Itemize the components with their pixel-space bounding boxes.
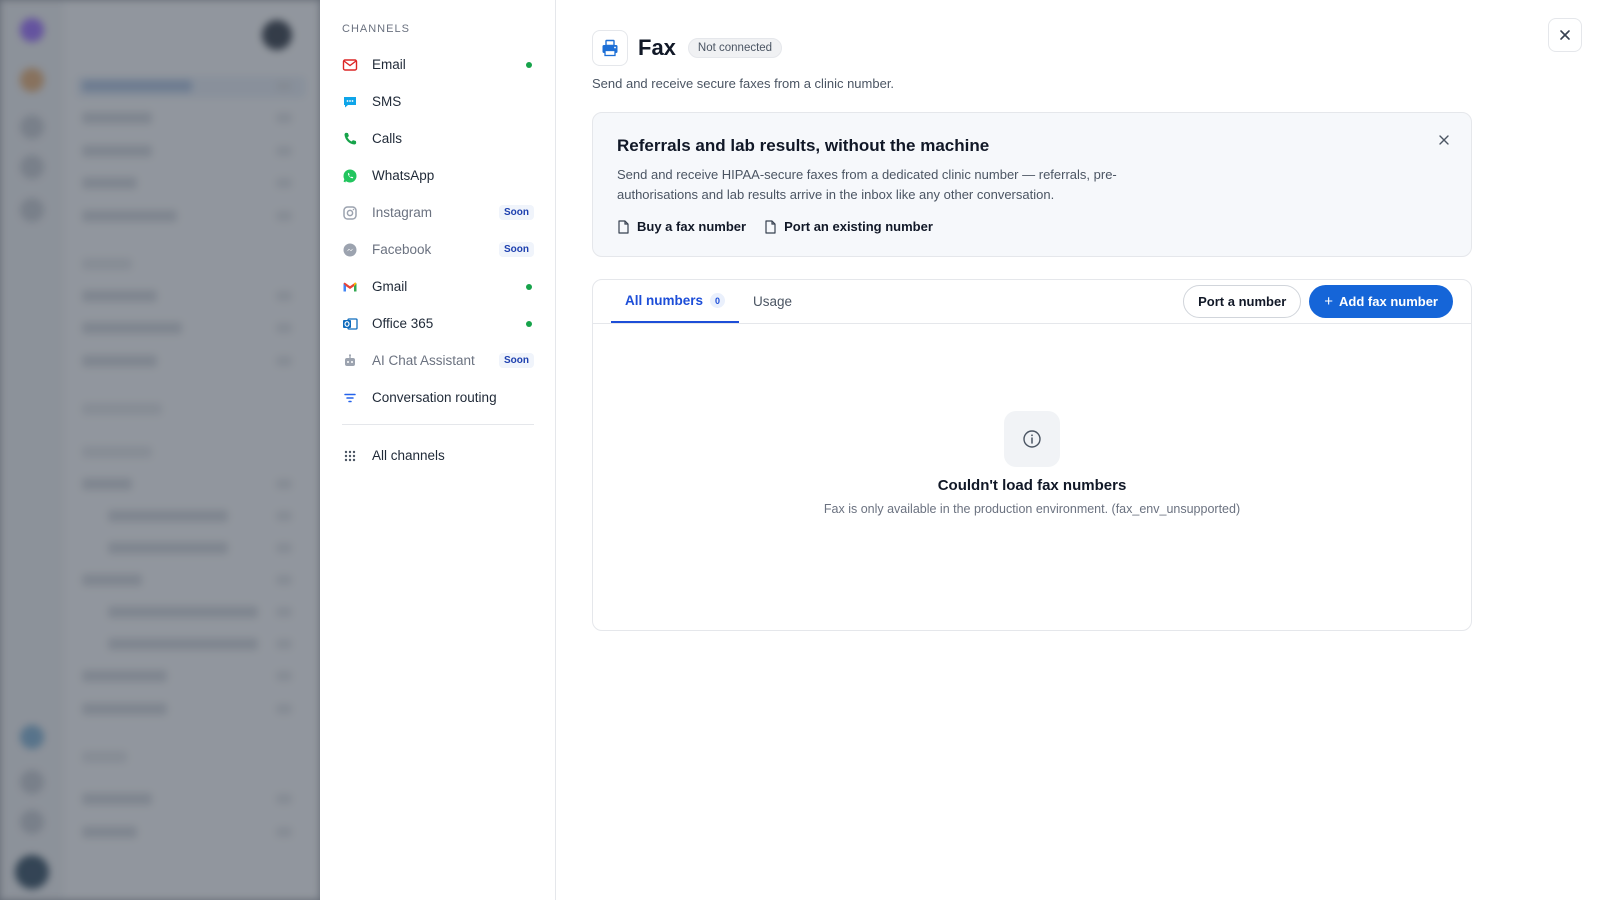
soon-badge: Soon (499, 242, 534, 257)
message-icon (342, 94, 358, 110)
channel-item-ai-chat-assistant[interactable]: AI Chat Assistant Soon (342, 342, 534, 379)
whatsapp-icon (342, 168, 358, 184)
channel-label: SMS (372, 94, 402, 109)
channel-item-conversation-routing[interactable]: Conversation routing (342, 379, 534, 416)
channel-label: Office 365 (372, 316, 434, 331)
dismiss-promo-button[interactable] (1435, 131, 1453, 149)
card-actions: Port a number + Add fax number (1183, 285, 1453, 318)
channel-label: Calls (372, 131, 403, 146)
channel-label: Conversation routing (372, 390, 497, 405)
gmail-icon (342, 279, 358, 295)
buy-fax-number-link[interactable]: Buy a fax number (617, 219, 746, 234)
empty-state: Couldn't load fax numbers Fax is only av… (593, 411, 1471, 516)
channel-label: Gmail (372, 279, 408, 294)
empty-state-text: Fax is only available in the production … (823, 502, 1241, 516)
count-badge: 0 (710, 293, 726, 308)
tabs: All numbers 0 Usage (611, 280, 806, 323)
fax-numbers-card: All numbers 0 Usage Port a number + Add … (592, 279, 1472, 631)
header: Fax Not connected (592, 30, 783, 66)
connected-dot (526, 61, 532, 68)
port-existing-number-link[interactable]: Port an existing number (764, 219, 933, 234)
instagram-icon (342, 205, 358, 221)
robot-icon (342, 353, 358, 369)
channel-label: Facebook (372, 242, 432, 257)
channel-item-facebook[interactable]: Facebook Soon (342, 231, 534, 268)
channel-item-email[interactable]: Email (342, 46, 534, 83)
promo-title: Referrals and lab results, without the m… (617, 136, 990, 155)
document-icon (765, 219, 776, 234)
port-existing-number-label: Port an existing number (784, 219, 933, 234)
add-fax-number-label: Add fax number (1339, 294, 1438, 309)
promo-banner: Referrals and lab results, without the m… (592, 112, 1472, 257)
all-channels-label: All channels (372, 448, 445, 463)
mail-icon (342, 57, 358, 73)
close-icon (1439, 135, 1449, 145)
close-icon (1560, 30, 1570, 40)
tab-all-numbers-label: All numbers (625, 293, 704, 308)
promo-text: Send and receive HIPAA-secure faxes from… (617, 167, 1117, 202)
promo-links: Buy a fax number Port an existing number (617, 219, 933, 234)
info-icon (1004, 411, 1060, 467)
fax-detail-panel: Fax Not connected Send and receive secur… (556, 0, 1600, 900)
channels-divider (342, 424, 534, 425)
outlook-icon (342, 316, 358, 332)
channel-label: WhatsApp (372, 168, 435, 183)
tab-usage[interactable]: Usage (739, 280, 806, 323)
filter-icon (342, 390, 358, 406)
page-subtitle: Send and receive secure faxes from a cli… (592, 76, 895, 91)
modal-overlay[interactable] (0, 0, 320, 900)
add-fax-number-button[interactable]: + Add fax number (1309, 285, 1453, 318)
channel-item-gmail[interactable]: Gmail (342, 268, 534, 305)
channel-item-office-365[interactable]: Office 365 (342, 305, 534, 342)
connected-dot (526, 283, 532, 290)
status-badge: Not connected (687, 38, 783, 58)
page-title: Fax (638, 35, 676, 60)
grid-icon (342, 448, 358, 464)
plus-icon: + (1324, 293, 1334, 310)
messenger-icon (342, 242, 358, 258)
channels-list: Email SMS Calls WhatsApp Instagram Soon … (342, 46, 534, 474)
channel-item-whatsapp[interactable]: WhatsApp (342, 157, 534, 194)
channels-panel: CHANNELS Email SMS Calls WhatsApp Instag… (320, 0, 556, 900)
soon-badge: Soon (499, 205, 534, 220)
tab-all-numbers[interactable]: All numbers 0 (611, 280, 740, 323)
close-panel-button[interactable] (1548, 18, 1582, 52)
empty-state-title: Couldn't load fax numbers (937, 477, 1127, 494)
channel-label: Email (372, 57, 406, 72)
fax-icon (592, 30, 628, 66)
connected-dot (526, 320, 532, 327)
channel-label: Instagram (372, 205, 433, 220)
soon-badge: Soon (499, 353, 534, 368)
all-channels-link[interactable]: All channels (342, 437, 534, 474)
port-number-button[interactable]: Port a number (1183, 285, 1302, 318)
card-divider (593, 323, 1471, 324)
buy-fax-number-label: Buy a fax number (637, 219, 747, 234)
channel-item-instagram[interactable]: Instagram Soon (342, 194, 534, 231)
channels-section-title: CHANNELS (342, 23, 410, 35)
channel-item-sms[interactable]: SMS (342, 83, 534, 120)
document-icon (618, 219, 629, 234)
phone-icon (342, 131, 358, 147)
channel-item-calls[interactable]: Calls (342, 120, 534, 157)
tab-usage-label: Usage (753, 294, 793, 309)
channel-label: AI Chat Assistant (372, 353, 475, 368)
